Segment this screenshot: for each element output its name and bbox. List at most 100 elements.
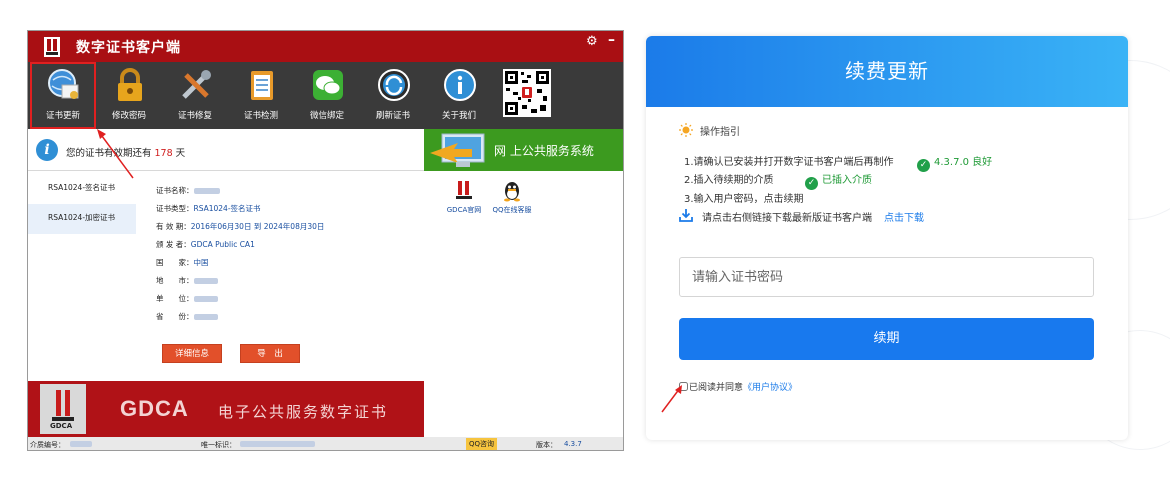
detail-label: 地 市：	[156, 276, 194, 285]
detail-label: 证书类型：	[156, 204, 194, 213]
media-status-text: 已插入介质	[822, 175, 872, 186]
export-button[interactable]: 导 出	[240, 344, 300, 363]
detail-label: 国 家：	[156, 258, 194, 267]
certificate-list-item[interactable]: RSA1024-加密证书	[28, 204, 136, 234]
redacted-value	[193, 278, 218, 284]
qq-service-label: QQ在线客服	[492, 206, 532, 214]
detail-row-name: 证书名称：	[156, 185, 220, 196]
detail-value: RSA1024-签名证书	[193, 204, 261, 213]
user-agreement-link[interactable]: 《用户协议》	[743, 383, 797, 393]
toolbar-label: 证书修复	[177, 111, 212, 121]
toolbar-about-button[interactable]: 关于我们	[426, 62, 492, 129]
redacted-value	[240, 441, 315, 447]
download-icon	[679, 209, 693, 222]
side-links: GDCA官网 QQ在线客服	[424, 171, 623, 414]
gdca-logo-caption: GDCA	[50, 422, 73, 430]
toolbar-label: 证书更新	[45, 111, 80, 121]
renewal-dialog: 续费更新 操作指引 1.请确认已安装并打开数字证书客户端后再制作 ✓ 4.3.7.…	[646, 36, 1128, 440]
detail-label: 证书名称：	[156, 186, 194, 195]
monitor-arrow-icon	[430, 133, 485, 167]
qq-consult-button[interactable]: QQ咨询	[466, 438, 498, 450]
detail-label: 颁 发 者：	[156, 240, 191, 249]
check-circle-icon: ✓	[805, 177, 818, 190]
toolbar-change-password-button[interactable]: 修改密码	[96, 62, 162, 129]
toolbar-update-certificate-button[interactable]: 证书更新	[30, 62, 96, 129]
certificate-client-window: 数字证书客户端 ⚙ – 证书更新 修改密码 证书修复 证书检测 微信绑定 刷新证…	[27, 30, 624, 451]
info-circle-icon: i	[36, 139, 58, 161]
annotation-arrow-icon	[97, 129, 134, 179]
certificate-list: RSA1024-签名证书 RSA1024-加密证书	[28, 174, 136, 414]
gdca-logo-icon	[44, 37, 60, 57]
clipboard-checklist-icon	[251, 71, 273, 100]
app-title: 数字证书客户端	[76, 40, 181, 56]
version-label: 版本：	[536, 441, 557, 449]
guide-step-1: 1.请确认已安装并打开数字证书客户端后再制作	[684, 157, 894, 168]
minimize-button[interactable]: –	[608, 32, 615, 48]
certificate-password-input[interactable]	[679, 257, 1094, 297]
toolbar-label: 修改密码	[111, 111, 146, 121]
download-hint: 请点击右侧链接下载最新版证书客户端 点击下载	[702, 209, 924, 224]
redacted-value	[70, 441, 92, 447]
tools-icon	[182, 70, 211, 99]
detail-row-organization: 单 位：	[156, 293, 218, 304]
download-link[interactable]: 点击下载	[884, 213, 924, 224]
qr-code-icon	[503, 69, 551, 117]
qq-penguin-icon	[504, 182, 520, 202]
detail-row-country: 国 家：中国	[156, 257, 209, 268]
refresh-icon	[378, 69, 410, 101]
renew-button[interactable]: 续期	[679, 318, 1094, 360]
detail-row-city: 地 市：	[156, 275, 218, 286]
detail-value: 2016年06月30日 到 2024年08月30日	[190, 222, 325, 231]
detail-label: 有 效 期：	[156, 222, 191, 231]
gdca-brand-text: GDCA	[120, 396, 189, 421]
check-circle-icon: ✓	[917, 159, 930, 172]
toolbar-refresh-certificate-button[interactable]: 刷新证书	[360, 62, 426, 129]
toolbar-label: 微信绑定	[309, 111, 344, 121]
validity-days: 178	[154, 148, 173, 159]
validity-info-bar: i 您的证书有效期还有 178 天	[28, 129, 424, 171]
settings-gear-icon[interactable]: ⚙	[586, 34, 598, 49]
gdca-brand-banner: GDCA GDCA 电子公共服务数字证书	[28, 381, 424, 437]
gdca-slogan: 电子公共服务数字证书	[218, 403, 389, 421]
wechat-icon	[313, 70, 343, 100]
toolbar-label: 关于我们	[441, 111, 476, 121]
guide-step-3: 3.输入用户密码，点击续期	[684, 194, 804, 205]
detail-row-province: 省 份：	[156, 311, 218, 322]
lightbulb-sun-icon	[679, 123, 693, 137]
guide-title: 操作指引	[700, 127, 740, 138]
gdca-logo-icon	[456, 181, 472, 199]
toolbar-check-certificate-button[interactable]: 证书检测	[228, 62, 294, 129]
media-number-label: 介质编号：	[30, 441, 65, 449]
detail-info-button[interactable]: 详细信息	[162, 344, 222, 363]
dialog-title: 续费更新	[646, 36, 1128, 107]
info-icon	[444, 69, 476, 101]
qq-consult-label: QQ咨询	[469, 440, 495, 448]
detail-label: 省 份：	[156, 312, 194, 321]
download-hint-text: 请点击右侧链接下载最新版证书客户端	[702, 213, 872, 224]
title-bar: 数字证书客户端 ⚙ –	[28, 31, 623, 62]
detail-row-type: 证书类型：RSA1024-签名证书	[156, 203, 261, 214]
media-status: ✓ 已插入介质	[805, 171, 872, 190]
toolbar-label: 刷新证书	[375, 111, 410, 121]
detail-label: 单 位：	[156, 294, 194, 303]
redacted-value	[193, 314, 218, 320]
detail-row-issuer: 颁 发 者：GDCA Public CA1	[156, 239, 255, 250]
annotation-arrow-icon	[661, 385, 682, 413]
unique-id-label: 唯一标识：	[201, 441, 236, 449]
status-bar: 介质编号： 唯一标识： QQ咨询 版本： 4.3.7	[28, 437, 623, 450]
qq-service-link[interactable]: QQ在线客服	[482, 179, 542, 215]
agree-text: 已阅读并同意	[689, 383, 744, 393]
agreement-row: 已阅读并同意《用户协议》	[679, 380, 797, 393]
redacted-value	[193, 296, 218, 302]
redacted-value	[193, 188, 220, 194]
toolbar-label: 证书检测	[243, 111, 278, 121]
client-version-status: ✓ 4.3.7.0 良好	[917, 153, 992, 172]
validity-suffix: 天	[175, 148, 186, 159]
detail-row-validity: 有 效 期：2016年06月30日 到 2024年08月30日	[156, 221, 324, 232]
toolbar-wechat-bind-button[interactable]: 微信绑定	[294, 62, 360, 129]
version-value: 4.3.7	[564, 440, 582, 448]
toolbar-repair-certificate-button[interactable]: 证书修复	[162, 62, 228, 129]
globe-certificate-icon	[48, 69, 79, 99]
public-service-system-banner[interactable]: 网 上公共服务系统	[424, 129, 623, 171]
service-banner-text: 网 上公共服务系统	[494, 144, 594, 158]
